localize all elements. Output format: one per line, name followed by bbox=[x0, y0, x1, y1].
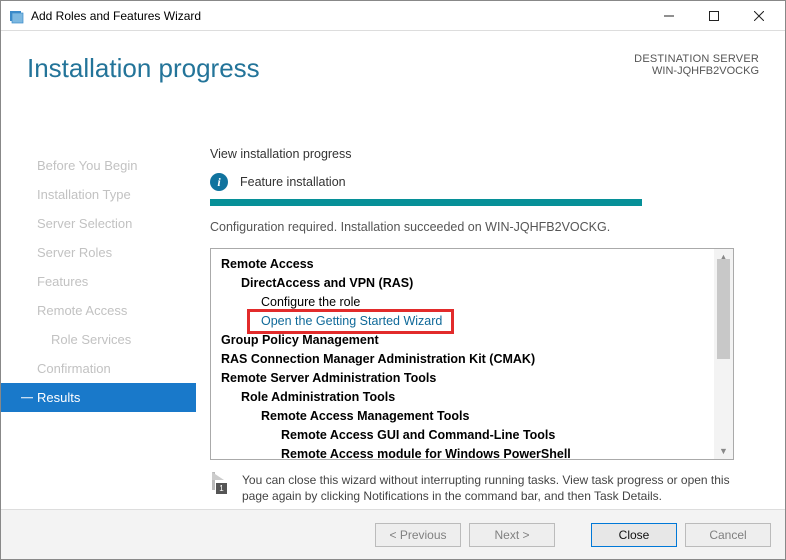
maximize-button[interactable] bbox=[691, 2, 736, 30]
cancel-button: Cancel bbox=[685, 523, 771, 547]
title-bar: Add Roles and Features Wizard bbox=[1, 1, 785, 31]
scrollbar[interactable]: ▲ ▼ bbox=[714, 249, 733, 459]
minimize-button[interactable] bbox=[646, 2, 691, 30]
destination-label: DESTINATION SERVER bbox=[634, 53, 759, 65]
flag-icon: 1 bbox=[210, 472, 232, 504]
open-getting-started-link[interactable]: Open the Getting Started Wizard bbox=[221, 312, 714, 331]
nav-features: Features bbox=[1, 267, 196, 296]
status-text: Configuration required. Installation suc… bbox=[210, 220, 642, 234]
page-title: Installation progress bbox=[27, 53, 260, 84]
tree-group-policy: Group Policy Management bbox=[221, 331, 714, 350]
close-window-button[interactable] bbox=[736, 2, 781, 30]
next-button: Next > bbox=[469, 523, 555, 547]
nav-role-services: Role Services bbox=[1, 325, 196, 354]
nav-remote-access: Remote Access bbox=[1, 296, 196, 325]
nav-server-selection: Server Selection bbox=[1, 209, 196, 238]
info-icon: i bbox=[210, 173, 228, 191]
scroll-down-icon[interactable]: ▼ bbox=[714, 443, 733, 459]
results-tree: Remote Access DirectAccess and VPN (RAS)… bbox=[210, 248, 734, 460]
flag-badge: 1 bbox=[216, 483, 227, 494]
tree-ras-cmak: RAS Connection Manager Administration Ki… bbox=[221, 350, 714, 369]
footer: < Previous Next > Close Cancel bbox=[1, 509, 785, 559]
close-button[interactable]: Close bbox=[591, 523, 677, 547]
tree-gui-cli-tools: Remote Access GUI and Command-Line Tools bbox=[221, 426, 714, 445]
tree-configure-role: Configure the role bbox=[221, 293, 714, 312]
tree-remote-access: Remote Access bbox=[221, 255, 714, 274]
note-text: You can close this wizard without interr… bbox=[242, 472, 734, 504]
nav-confirmation: Confirmation bbox=[1, 354, 196, 383]
tree-directaccess-vpn: DirectAccess and VPN (RAS) bbox=[221, 274, 714, 293]
sidebar: Before You Begin Installation Type Serve… bbox=[1, 131, 196, 509]
previous-button: < Previous bbox=[375, 523, 461, 547]
window-title: Add Roles and Features Wizard bbox=[31, 9, 646, 23]
main-panel: View installation progress i Feature ins… bbox=[196, 131, 785, 509]
progress-fill bbox=[210, 199, 642, 206]
nav-before-you-begin: Before You Begin bbox=[1, 151, 196, 180]
tree-remote-access-mgmt: Remote Access Management Tools bbox=[221, 407, 714, 426]
destination-value: WIN-JQHFB2VOCKG bbox=[634, 65, 759, 77]
tree-role-admin-tools: Role Administration Tools bbox=[221, 388, 714, 407]
nav-server-roles: Server Roles bbox=[1, 238, 196, 267]
nav-installation-type: Installation Type bbox=[1, 180, 196, 209]
app-icon bbox=[9, 8, 25, 24]
progress-bar bbox=[210, 199, 642, 206]
destination-server: DESTINATION SERVER WIN-JQHFB2VOCKG bbox=[634, 53, 759, 77]
section-label: View installation progress bbox=[210, 147, 755, 161]
scroll-thumb[interactable] bbox=[717, 259, 730, 359]
feature-label: Feature installation bbox=[240, 175, 346, 189]
tree-remote-server-admin-tools: Remote Server Administration Tools bbox=[221, 369, 714, 388]
tree-powershell-module: Remote Access module for Windows PowerSh… bbox=[221, 445, 714, 459]
nav-results[interactable]: Results bbox=[1, 383, 196, 412]
